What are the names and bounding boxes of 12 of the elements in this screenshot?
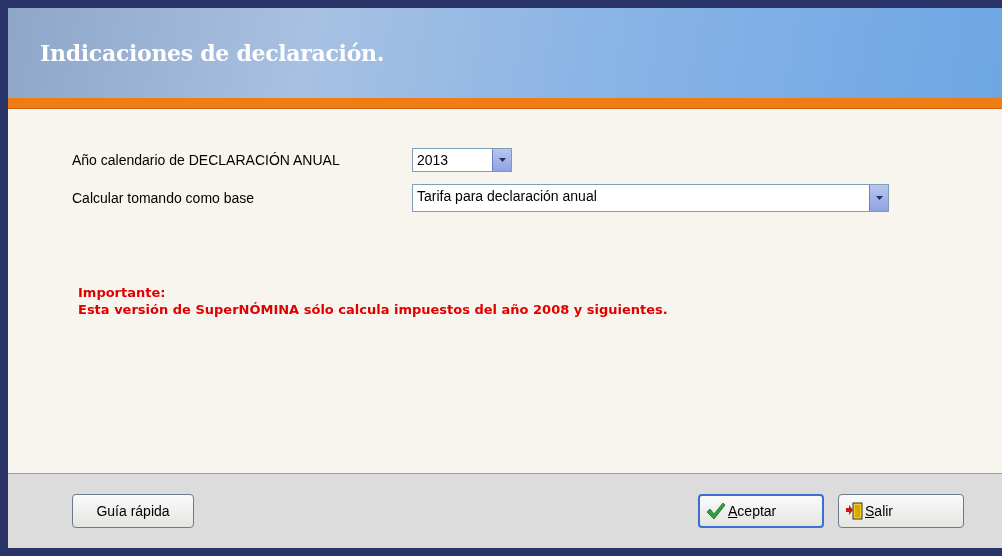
checkmark-icon (706, 502, 726, 520)
notice-text: Esta versión de SuperNÓMINA sólo calcula impuestos del año 2008 y siguientes. (78, 301, 669, 318)
notice-heading: Importante: (78, 284, 167, 301)
help-button[interactable]: Guía rápida (72, 494, 194, 528)
window-title: Indicaciones de declaración. (40, 40, 385, 66)
field-label: Calcular tomando como base (72, 190, 256, 206)
dropdown-field[interactable]: 2013 (412, 148, 512, 172)
dropdown-field[interactable]: Tarifa para declaración anual (412, 184, 889, 212)
field-label: Año calendario de DECLARACIÓN ANUAL (72, 152, 341, 168)
accept-button[interactable]: Aceptar (698, 494, 824, 528)
door-exit-icon (845, 502, 863, 520)
exit-button[interactable]: Salir (838, 494, 964, 528)
